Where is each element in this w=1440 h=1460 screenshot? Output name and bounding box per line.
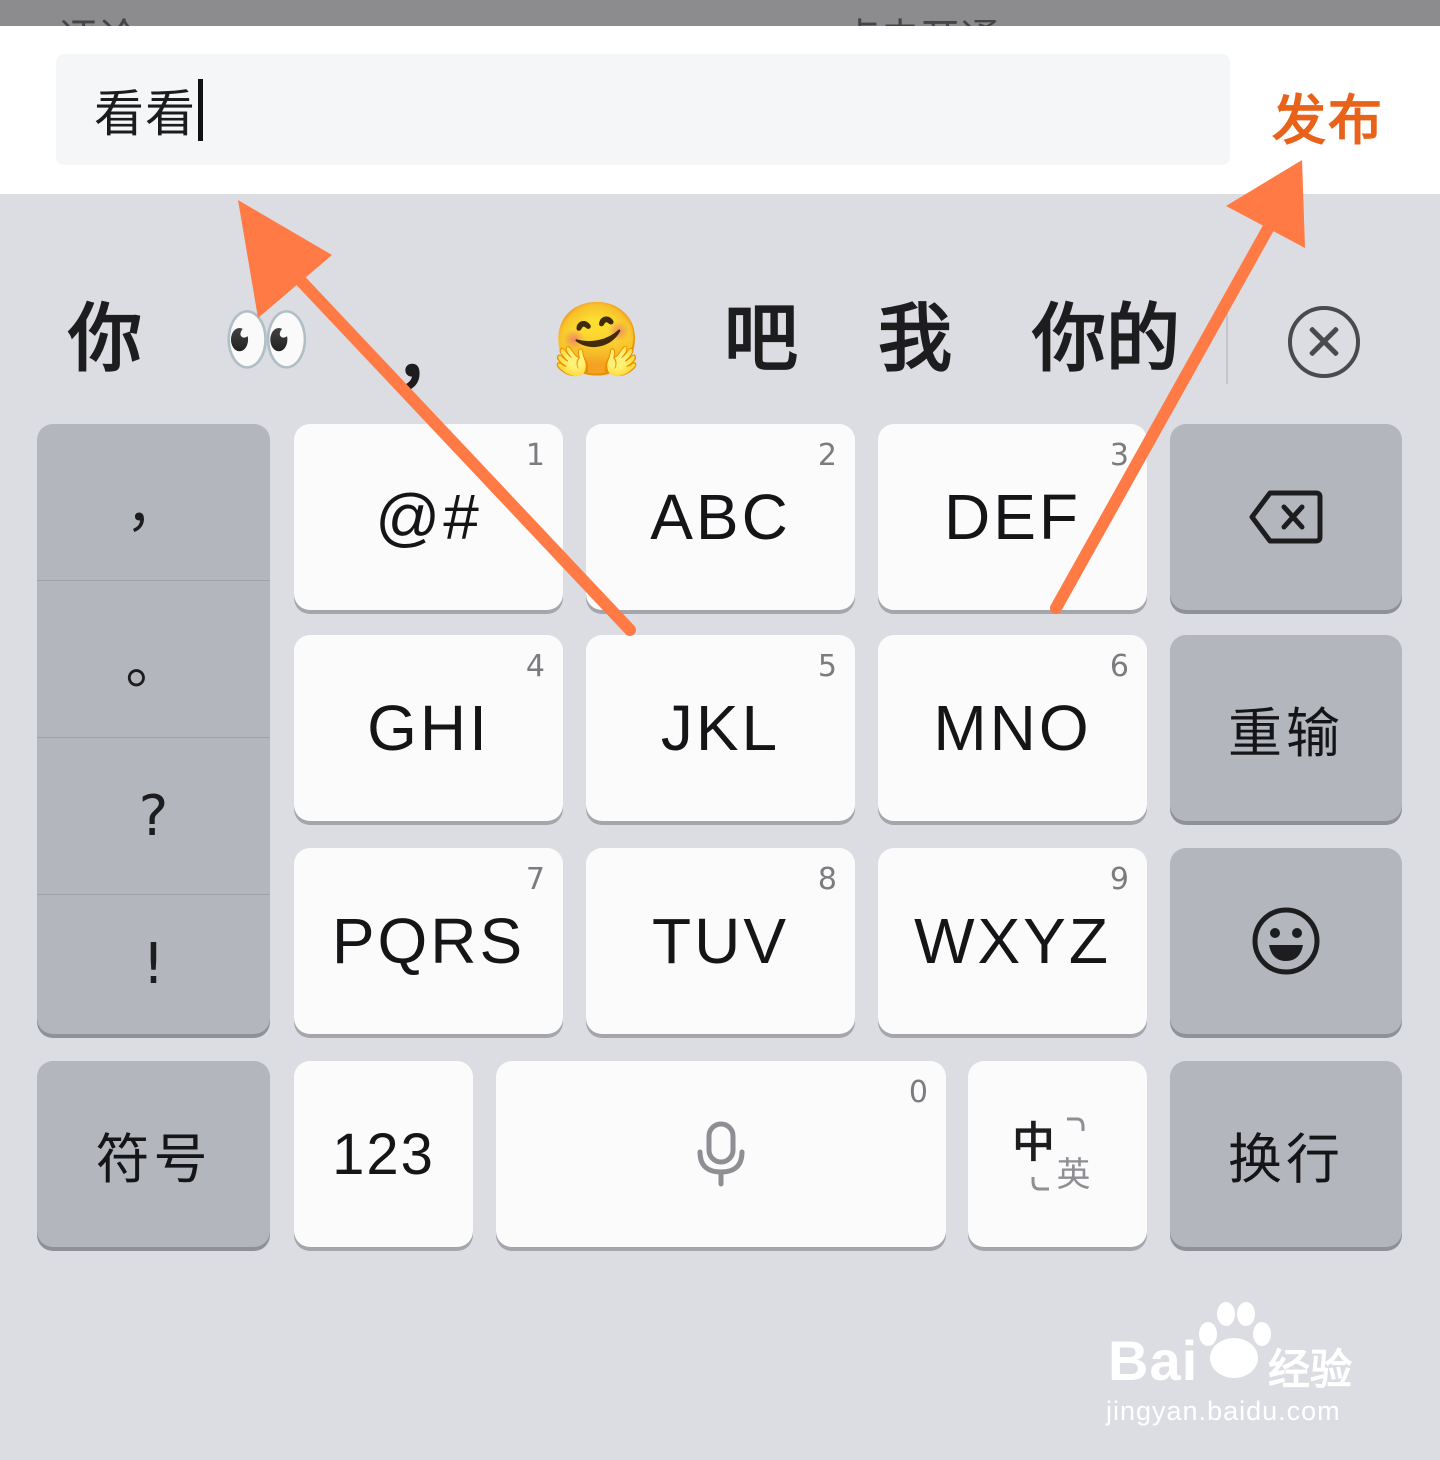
candidate-item[interactable]: ， <box>394 312 468 402</box>
key-7[interactable]: PQRS 7 <box>294 848 563 1034</box>
key-8-label: TUV <box>652 905 789 977</box>
key-2-label: ABC <box>650 481 791 553</box>
key-6-number: 6 <box>1109 649 1129 684</box>
key-1-number: 1 <box>525 438 545 473</box>
punct-exclaim-key[interactable]: ! <box>37 895 270 1034</box>
enter-key-label: 换行 <box>1228 1127 1344 1191</box>
key-9-label: WXYZ <box>914 905 1111 977</box>
candidate-divider <box>1226 304 1228 384</box>
key-2-number: 2 <box>817 438 837 473</box>
candidate-item[interactable]: 你 <box>68 294 142 384</box>
comment-input-value: 看看 <box>94 84 196 143</box>
key-5-number: 5 <box>817 649 837 684</box>
key-4-number: 4 <box>525 649 545 684</box>
candidate-item[interactable]: 🤗 <box>552 294 642 384</box>
key-6-label: MNO <box>933 692 1092 764</box>
text-caret <box>198 78 203 141</box>
punct-question-key[interactable]: ? <box>37 738 270 894</box>
key-8[interactable]: TUV 8 <box>586 848 855 1034</box>
punct-period-key[interactable]: 。 <box>37 581 270 737</box>
comment-input[interactable]: 看看 <box>56 54 1230 165</box>
numeric-key-label: 123 <box>332 1121 435 1187</box>
numeric-key[interactable]: 123 <box>294 1061 473 1247</box>
key-8-number: 8 <box>817 862 837 897</box>
emoji-key[interactable] <box>1170 848 1402 1034</box>
key-4[interactable]: GHI 4 <box>294 635 563 821</box>
watermark-brand-cn: 经验 <box>1268 1345 1353 1394</box>
reinput-key-label: 重输 <box>1228 701 1344 765</box>
candidate-bar: 你 👀 ， 🤗 吧 我 你的 <box>0 194 1440 424</box>
enter-key[interactable]: 换行 <box>1170 1061 1402 1247</box>
key-6[interactable]: MNO 6 <box>878 635 1147 821</box>
baidu-jingyan-watermark: Bai 经验 jingyan.baidu.com <box>1100 1300 1370 1440</box>
key-1-label: @# <box>375 481 482 553</box>
key-2[interactable]: ABC 2 <box>586 424 855 610</box>
key-9[interactable]: WXYZ 9 <box>878 848 1147 1034</box>
punct-comma-key[interactable]: ， <box>37 424 270 580</box>
candidate-item[interactable]: 👀 <box>222 294 312 384</box>
key-9-number: 9 <box>1109 862 1129 897</box>
key-5[interactable]: JKL 5 <box>586 635 855 821</box>
close-circle-icon[interactable] <box>1288 306 1360 378</box>
smiley-icon <box>1252 907 1320 975</box>
language-toggle-key[interactable]: 中 英 <box>968 1061 1147 1247</box>
backspace-icon <box>1249 490 1323 544</box>
background-text-right: 点击开通 <box>840 6 1000 26</box>
reinput-key[interactable]: 重输 <box>1170 635 1402 821</box>
key-7-number: 7 <box>525 862 545 897</box>
punctuation-column: ， 。 ? ! <box>37 424 270 1034</box>
key-5-label: JKL <box>660 692 781 764</box>
candidate-item[interactable]: 我 <box>878 294 952 384</box>
candidate-item[interactable]: 吧 <box>724 294 798 384</box>
candidate-item[interactable]: 你的 <box>1032 294 1180 384</box>
watermark-url: jingyan.baidu.com <box>1106 1396 1341 1426</box>
background-page-strip: 评论 点击开通 <box>0 0 1440 26</box>
publish-button[interactable]: 发布 <box>1272 76 1384 155</box>
microphone-icon <box>697 1121 745 1187</box>
paw-logo-icon <box>1199 1302 1271 1378</box>
space-key-number: 0 <box>908 1075 928 1110</box>
key-4-label: GHI <box>367 692 490 764</box>
key-3[interactable]: DEF 3 <box>878 424 1147 610</box>
symbols-key[interactable]: 符号 <box>37 1061 270 1247</box>
key-3-number: 3 <box>1109 438 1129 473</box>
backspace-key[interactable] <box>1170 424 1402 610</box>
symbols-key-label: 符号 <box>95 1127 212 1191</box>
background-text-left: 评论 <box>58 6 138 26</box>
language-toggle-icon: 中 英 <box>1013 1109 1103 1199</box>
key-3-label: DEF <box>944 481 1081 553</box>
comment-composer: 看看 发布 <box>0 26 1440 194</box>
key-1[interactable]: @# 1 <box>294 424 563 610</box>
lang-swap-arrows <box>1031 1117 1084 1191</box>
space-key[interactable]: 0 <box>496 1061 946 1247</box>
key-7-label: PQRS <box>331 905 526 977</box>
watermark-brand: Bai <box>1108 1329 1199 1392</box>
